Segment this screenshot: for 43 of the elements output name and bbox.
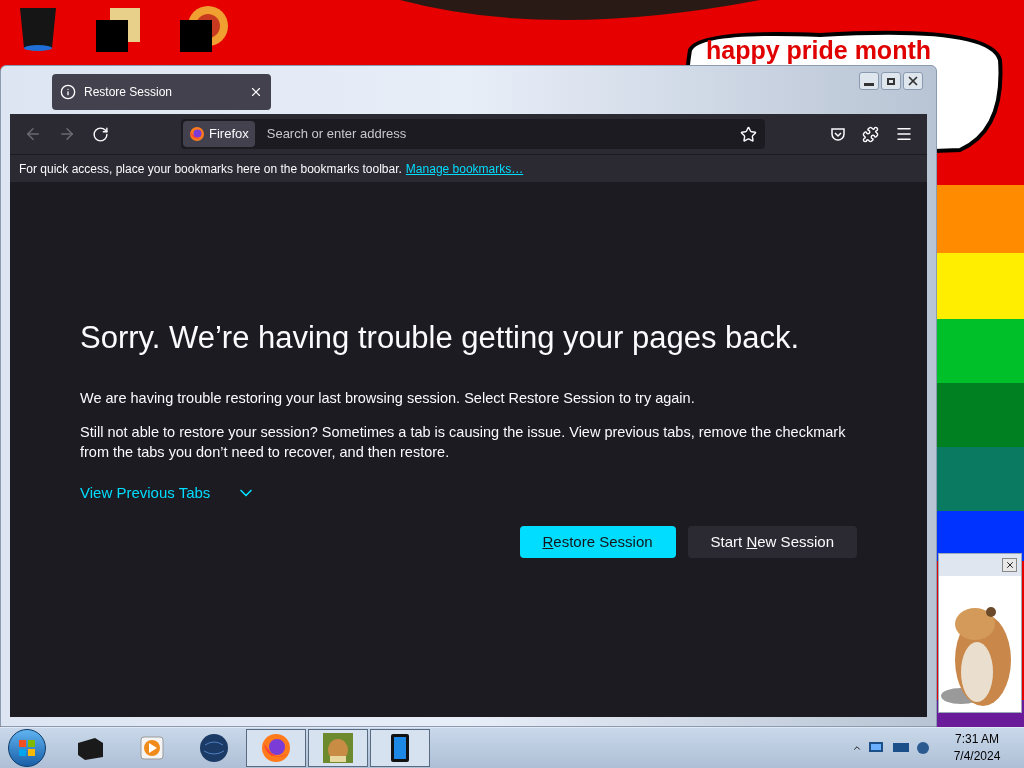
firefox-icon[interactable]: [260, 732, 292, 764]
view-previous-tabs-toggle[interactable]: View Previous Tabs: [80, 481, 257, 504]
extensions-icon[interactable]: [862, 125, 879, 143]
close-button[interactable]: [1002, 558, 1017, 572]
maximize-button[interactable]: [881, 72, 901, 90]
bookmark-star-icon[interactable]: [740, 125, 757, 143]
globe-icon[interactable]: [199, 733, 229, 763]
reload-icon[interactable]: [92, 125, 109, 143]
bookmarks-message: For quick access, place your bookmarks here on the bookmarks toolbar.: [19, 160, 402, 178]
address-field[interactable]: Search or enter address: [262, 124, 732, 144]
windows-logo-icon: [18, 739, 36, 757]
phone-icon[interactable]: [390, 733, 410, 763]
address-bar[interactable]: Firefox Search or enter address: [181, 119, 765, 149]
info-icon: [60, 84, 76, 100]
globe-icon[interactable]: [178, 4, 228, 54]
menu-icon[interactable]: [895, 125, 913, 143]
error-heading: Sorry. We’re having trouble getting your pages back.: [80, 319, 801, 357]
forward-icon[interactable]: [58, 125, 76, 143]
manage-bookmarks-link[interactable]: Manage bookmarks…: [405, 159, 524, 178]
minimize-button[interactable]: [859, 72, 879, 90]
pocket-icon[interactable]: [830, 126, 846, 142]
banner-text: happy pride month: [706, 36, 931, 64]
close-icon: [906, 74, 920, 88]
clock[interactable]: 7:31 AM 7/4/2024: [944, 731, 1010, 765]
clock-date: 7/4/2024: [953, 748, 1001, 765]
restore-session-button[interactable]: Restore Session: [519, 526, 676, 558]
back-icon[interactable]: [24, 125, 42, 143]
error-paragraph: Still not able to restore your session? Sometimes a tab is causing the issue. View previous tabs, remove the checkmark from the tabs you don’t need to recover, and then restore.: [80, 422, 847, 462]
start-button[interactable]: [8, 729, 46, 767]
firefox-icon: [189, 126, 205, 142]
clock-time: 7:31 AM: [955, 731, 999, 748]
tab-title: Restore Session: [84, 84, 174, 101]
speaker-icon[interactable]: [916, 740, 930, 756]
close-icon: [1004, 560, 1015, 570]
close-tab-icon[interactable]: [249, 85, 263, 99]
error-paragraph: We are having trouble restoring your last browsing session. Select Restore Session to try again.: [80, 388, 696, 408]
start-new-session-button[interactable]: Start New Session: [687, 526, 857, 558]
hamster-icon[interactable]: [322, 732, 354, 764]
box-icon[interactable]: [75, 735, 105, 761]
tab[interactable]: Restore Session: [52, 74, 271, 110]
taskbar-app[interactable]: [370, 729, 430, 767]
close-button[interactable]: [903, 72, 923, 90]
identity-label[interactable]: Firefox: [183, 121, 255, 147]
